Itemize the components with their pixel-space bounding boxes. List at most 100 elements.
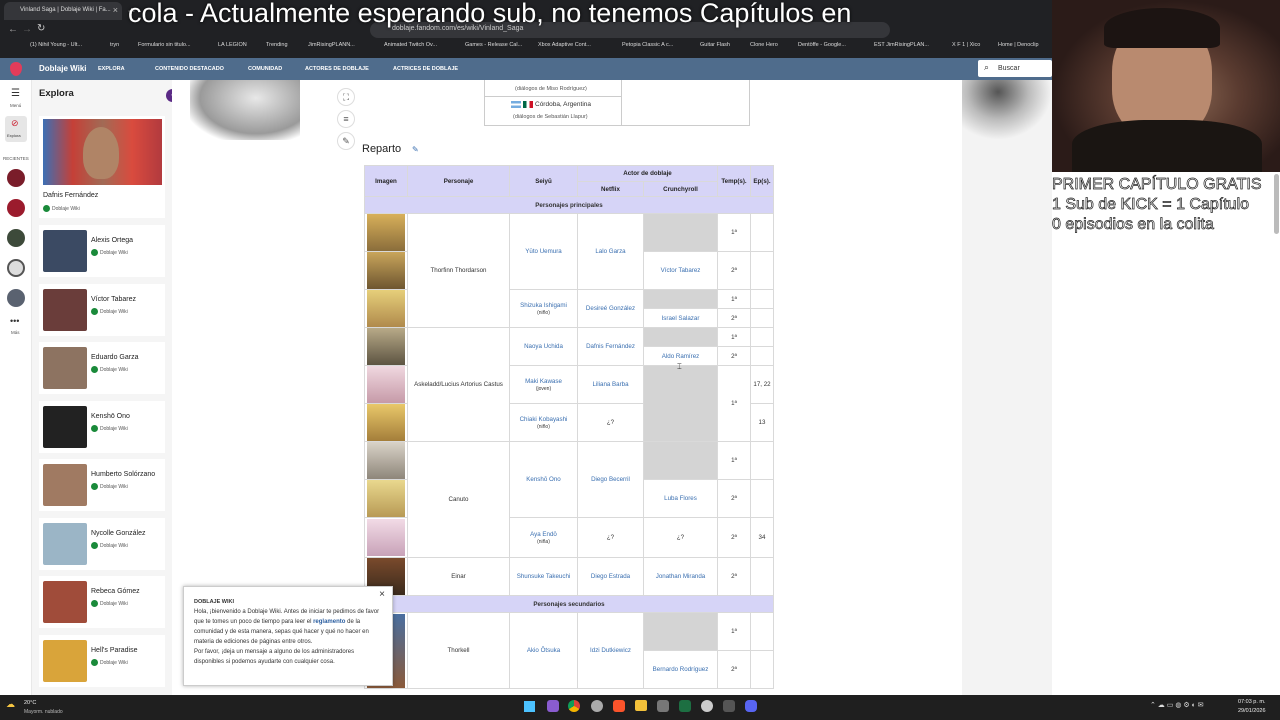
seiyu-link[interactable]: Aya Endō — [530, 531, 557, 538]
bookmark[interactable]: EST JimRisingPLAN... — [874, 42, 929, 48]
explore-card[interactable]: Alexis Ortega Doblaje Wiki — [39, 225, 165, 277]
recent-wiki-icon[interactable] — [7, 229, 25, 247]
browser-tab[interactable]: Vinland Saga | Doblaje Wiki | Fa... × — [4, 2, 122, 20]
app-icon[interactable] — [591, 700, 603, 712]
actor-link[interactable]: Dafnis Fernández — [577, 327, 644, 366]
bookmark[interactable]: Home | Denoclip — [998, 42, 1039, 48]
app-icon[interactable] — [657, 700, 669, 712]
bookmark[interactable]: Dentöffe - Google... — [798, 42, 846, 48]
explore-card[interactable]: Víctor Tabarez Doblaje Wiki — [39, 283, 165, 336]
menu-actrices[interactable]: ACTRICES DE DOBLAJE — [393, 66, 458, 72]
character-image[interactable] — [364, 251, 408, 290]
close-tab-icon[interactable]: × — [113, 5, 118, 15]
obs-icon[interactable] — [701, 700, 713, 712]
folder-icon[interactable] — [635, 700, 647, 711]
bookmark[interactable]: tryn — [110, 42, 119, 48]
actor-link[interactable]: Bernardo Rodríguez — [643, 650, 718, 689]
seiyu-link[interactable]: Naoya Uchida — [509, 327, 578, 366]
explore-card[interactable]: Nycolle González Doblaje Wiki — [39, 517, 165, 570]
character-image[interactable] — [364, 289, 408, 328]
discord-icon[interactable] — [745, 700, 757, 712]
seiyu-link[interactable]: Yūto Uemura — [509, 213, 578, 290]
actor-link[interactable]: Liliana Barba — [577, 365, 644, 404]
app-icon[interactable] — [679, 700, 691, 712]
recent-wiki-icon[interactable] — [7, 259, 25, 277]
actor-link[interactable]: Diego Becerril — [577, 441, 644, 518]
featured-card[interactable]: Dafnis Fernández Doblaje Wiki — [39, 116, 165, 218]
bookmark[interactable]: Formulario sin titulo... — [138, 42, 191, 48]
explore-card[interactable]: Kenshō Ono Doblaje Wiki — [39, 400, 165, 453]
character-name[interactable]: Einar — [407, 557, 510, 596]
recent-wiki-icon[interactable] — [7, 289, 25, 307]
actor-link[interactable]: Lalo Garza — [577, 213, 644, 290]
recent-wiki-icon[interactable] — [7, 169, 25, 187]
bookmark[interactable]: Guitar Flash — [700, 42, 730, 48]
character-image[interactable] — [364, 441, 408, 480]
character-image[interactable] — [364, 327, 408, 366]
brave-icon[interactable] — [613, 700, 625, 712]
menu-contenido-destacado[interactable]: CONTENIDO DESTACADO — [155, 66, 224, 72]
seiyu-link[interactable]: Maki Kawase — [525, 378, 562, 385]
menu-actores[interactable]: ACTORES DE DOBLAJE — [305, 66, 369, 72]
actor-link[interactable]: Desireé González — [577, 289, 644, 328]
character-image[interactable] — [364, 365, 408, 404]
actor-link[interactable]: Luba Flores — [643, 479, 718, 518]
character-name[interactable]: Thorkell — [407, 612, 510, 689]
forward-icon[interactable]: → — [22, 24, 32, 35]
wiki-logo[interactable]: Doblaje Wiki — [39, 64, 87, 73]
bookmark[interactable]: LA LEGION — [218, 42, 247, 48]
rules-link[interactable]: reglamento — [313, 619, 345, 625]
edit-section-icon[interactable]: ✎ — [412, 145, 419, 154]
search-box[interactable]: ⌕ Buscar — [978, 60, 1052, 77]
character-name[interactable]: Thorfinn Thordarson — [407, 213, 510, 328]
actor-link[interactable]: Víctor Tabarez — [643, 251, 718, 290]
explore-card[interactable]: Rebeca Gómez Doblaje Wiki — [39, 576, 165, 628]
explore-card[interactable]: Humberto Solórzano Doblaje Wiki — [39, 459, 165, 511]
bookmark[interactable]: Animated Twitch Ov... — [384, 42, 437, 48]
character-image[interactable] — [364, 517, 408, 558]
menu-comunidad[interactable]: COMUNIDAD — [248, 66, 282, 72]
app-icon[interactable] — [547, 700, 559, 712]
bookmark[interactable]: Trending — [266, 42, 288, 48]
scrollbar[interactable] — [1274, 174, 1279, 234]
clock-date[interactable]: 29/01/2026 — [1238, 708, 1266, 714]
fullscreen-icon[interactable]: ⛶ — [337, 88, 355, 106]
character-image[interactable] — [364, 479, 408, 518]
explore-card[interactable]: Hell's Paradise Doblaje Wiki — [39, 634, 165, 687]
close-notice-icon[interactable]: × — [379, 590, 385, 600]
bookmark[interactable]: Petopia Classic A c... — [622, 42, 673, 48]
bookmark[interactable]: (1) Nihil Young - Ult... — [30, 42, 82, 48]
tray-icons[interactable]: ⌃ ☁ ▭ ◍ ⚙ ◐ ✉ — [1150, 701, 1204, 709]
seiyu-link[interactable]: Kenshō Ono — [509, 441, 578, 518]
seiyu-link[interactable]: Shizuka Ishigami — [520, 302, 567, 309]
actor-link[interactable]: Israel Salazar — [643, 308, 718, 328]
bookmark[interactable]: Clone Hero — [750, 42, 778, 48]
seiyu-link[interactable]: Shunsuke Takeuchi — [509, 557, 578, 596]
explore-card[interactable]: Eduardo Garza Doblaje Wiki — [39, 342, 165, 394]
seiyu-link[interactable]: Chiaki Kobayashi — [520, 416, 568, 423]
reload-icon[interactable]: ↻ — [37, 23, 45, 34]
app-icon[interactable] — [723, 700, 735, 712]
bookmark[interactable]: JimRisingPLANN... — [308, 42, 355, 48]
explore-nav[interactable]: ⊘ Explora — [5, 116, 27, 142]
start-icon[interactable] — [524, 701, 535, 712]
bookmark[interactable]: X F 1 | Xico — [952, 42, 980, 48]
menu-icon[interactable]: ☰ — [11, 88, 20, 99]
bookmark[interactable]: Games - Release Cal... — [465, 42, 522, 48]
actor-link[interactable]: Diego Estrada — [577, 557, 644, 596]
menu-explora[interactable]: EXPLORA — [98, 66, 125, 72]
actor-link[interactable]: Idzi Dutkiewicz — [577, 612, 644, 689]
character-image[interactable] — [364, 213, 408, 252]
character-image[interactable] — [364, 403, 408, 442]
back-icon[interactable]: ← — [8, 24, 18, 35]
weather-icon[interactable]: ☁ — [6, 699, 15, 710]
clock-time[interactable]: 07:03 p. m. — [1238, 699, 1266, 705]
character-name[interactable]: Canuto — [407, 441, 510, 558]
more-icon[interactable]: ••• — [10, 316, 19, 326]
actor-link[interactable]: Jonathan Miranda — [643, 557, 718, 596]
chrome-icon[interactable] — [568, 700, 580, 712]
seiyu-link[interactable]: Akio Ōtsuka — [509, 612, 578, 689]
toc-icon[interactable]: ≡ — [337, 110, 355, 128]
recent-wiki-icon[interactable] — [7, 199, 25, 217]
bookmark[interactable]: Xbox Adaptive Cont... — [538, 42, 591, 48]
